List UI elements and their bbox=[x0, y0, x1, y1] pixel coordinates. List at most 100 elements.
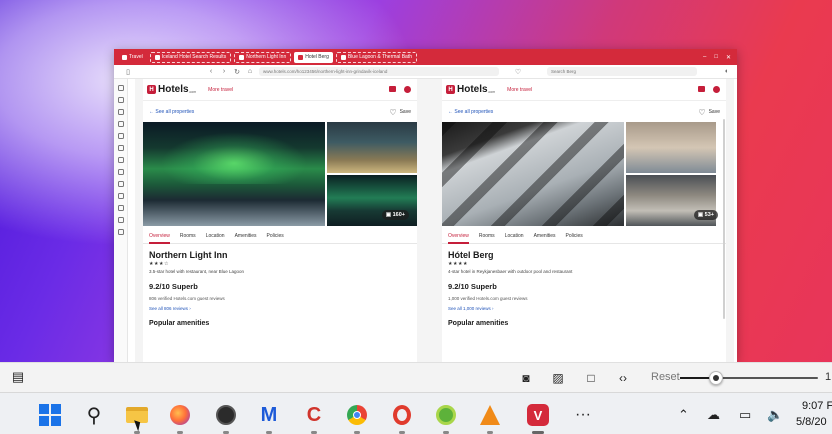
hotels-logo-icon[interactable]: H bbox=[446, 85, 455, 94]
toolbar-edge-label: 1 bbox=[825, 371, 832, 383]
clock-date[interactable]: 5/8/20 bbox=[796, 416, 827, 428]
tab-amenities[interactable]: Amenities bbox=[235, 228, 257, 243]
site-logo-text[interactable]: Hotels bbox=[158, 84, 189, 95]
tab-rooms[interactable]: Rooms bbox=[180, 228, 196, 243]
account-icon[interactable] bbox=[713, 86, 720, 93]
tab-overview[interactable]: Overview bbox=[149, 228, 170, 244]
opera-icon[interactable] bbox=[390, 403, 414, 427]
maximize-button[interactable]: □ bbox=[714, 54, 718, 61]
logo-suffix: .com bbox=[487, 89, 496, 94]
minimize-button[interactable]: – bbox=[703, 54, 706, 61]
zoom-slider-thumb[interactable] bbox=[708, 371, 723, 385]
downloads-icon[interactable] bbox=[117, 97, 124, 103]
search-field[interactable]: Search Berg bbox=[547, 67, 697, 76]
see-all-properties-link[interactable]: See all properties bbox=[454, 109, 493, 115]
tab-label: Travel bbox=[129, 54, 143, 60]
see-all-reviews-link[interactable]: See all 806 reviews › bbox=[149, 306, 411, 311]
more-apps-icon[interactable]: ··· bbox=[571, 403, 595, 427]
tab-location[interactable]: Location bbox=[505, 228, 524, 243]
reset-button[interactable]: Reset bbox=[651, 371, 680, 383]
reading-list-icon[interactable] bbox=[117, 133, 124, 139]
tab-rooms[interactable]: Rooms bbox=[479, 228, 495, 243]
gallery-thumb-photo[interactable] bbox=[327, 122, 417, 173]
save-button[interactable]: ♡ Save bbox=[389, 108, 411, 117]
green-app-icon[interactable] bbox=[434, 403, 458, 427]
display-icon[interactable]: ▭ bbox=[739, 407, 751, 423]
feeds-icon[interactable] bbox=[117, 169, 124, 175]
vivaldi-icon[interactable]: V bbox=[526, 403, 550, 427]
volume-muted-icon[interactable]: 🔈 bbox=[767, 407, 783, 423]
site-logo-text[interactable]: Hotels bbox=[457, 84, 488, 95]
camera-icon[interactable]: ◙ bbox=[518, 371, 534, 385]
bookmarks-icon[interactable] bbox=[117, 85, 124, 91]
reload-icon[interactable]: ↻ bbox=[233, 68, 241, 76]
translate-icon[interactable] bbox=[117, 205, 124, 211]
settings-icon[interactable] bbox=[117, 229, 124, 235]
tile-hotel-berg: H Hotels .com More travel ← See all prop… bbox=[434, 79, 734, 362]
trips-icon[interactable] bbox=[389, 86, 396, 92]
trips-icon[interactable] bbox=[698, 86, 705, 92]
clock-time[interactable]: 9:07 F bbox=[802, 400, 832, 412]
gallery-main-photo[interactable] bbox=[442, 122, 624, 226]
taskbar: ⚲ M C V ··· ⌃ ☁ ▭ 🔈 9:07 F 5/8/20 bbox=[0, 392, 832, 434]
tab-blue-lagoon[interactable]: Blue Lagoon & Thermal Bath bbox=[335, 51, 417, 63]
tab-amenities[interactable]: Amenities bbox=[534, 228, 556, 243]
back-icon[interactable]: ‹ bbox=[207, 68, 215, 75]
close-button[interactable]: ✕ bbox=[726, 54, 731, 61]
hotel-name: Northern Light Inn bbox=[149, 250, 228, 260]
tab-location[interactable]: Location bbox=[206, 228, 225, 243]
tasks-icon[interactable] bbox=[117, 181, 124, 187]
frame-icon[interactable]: □ bbox=[583, 371, 599, 385]
see-all-properties-link[interactable]: See all properties bbox=[155, 109, 194, 115]
more-travel-menu[interactable]: More travel bbox=[507, 87, 532, 93]
zoom-slider[interactable] bbox=[680, 371, 818, 385]
extension-icon[interactable]: ◐ bbox=[723, 68, 731, 75]
show-hidden-icons-icon[interactable]: ⌃ bbox=[678, 407, 689, 423]
tab-policies[interactable]: Policies bbox=[267, 228, 284, 243]
web-panel-icon[interactable] bbox=[117, 217, 124, 223]
guest-rating: 9.2/10 Superb bbox=[448, 282, 497, 291]
obs-icon[interactable] bbox=[214, 403, 238, 427]
contacts-icon[interactable] bbox=[117, 193, 124, 199]
scrollbar[interactable] bbox=[723, 119, 725, 319]
calendar-icon[interactable] bbox=[117, 157, 124, 163]
gallery-thumb-photo[interactable] bbox=[626, 122, 716, 173]
firefox-icon[interactable] bbox=[168, 403, 192, 427]
tab-northern-light-inn[interactable]: Northern Light Inn bbox=[234, 51, 292, 63]
tile-divider[interactable] bbox=[425, 79, 434, 362]
home-icon[interactable]: ⌂ bbox=[246, 68, 254, 75]
chrome-icon[interactable] bbox=[345, 403, 369, 427]
tab-hotel-berg[interactable]: Hotel Berg bbox=[294, 51, 333, 63]
code-icon[interactable]: ‹› bbox=[615, 371, 631, 385]
tab-policies[interactable]: Policies bbox=[566, 228, 583, 243]
history-icon[interactable] bbox=[117, 109, 124, 115]
start-button[interactable] bbox=[38, 403, 62, 427]
save-label: Save bbox=[708, 109, 720, 115]
forward-icon[interactable]: › bbox=[220, 68, 228, 75]
tab-favicon-icon bbox=[239, 54, 245, 60]
image-icon[interactable]: ▨ bbox=[550, 371, 566, 385]
search-icon[interactable]: ⚲ bbox=[82, 403, 106, 427]
sidebar-toggle-icon[interactable]: ▯ bbox=[124, 68, 132, 76]
photo-count-badge[interactable]: ▣ 160+ bbox=[381, 210, 409, 220]
tab-search-results[interactable]: Iceland Hotel Search Results bbox=[149, 51, 232, 63]
url-field[interactable]: www.hotels.com/ho123456/northern-light-i… bbox=[259, 67, 499, 76]
vlc-icon[interactable] bbox=[478, 403, 502, 427]
calendar-icon[interactable]: ▤ bbox=[10, 369, 26, 384]
notes-icon[interactable] bbox=[117, 121, 124, 127]
mail-icon[interactable] bbox=[117, 145, 124, 151]
photo-count-badge[interactable]: ▣ 53+ bbox=[693, 210, 718, 220]
popular-amenities-heading: Popular amenities bbox=[149, 320, 210, 327]
gallery-main-photo[interactable] bbox=[143, 122, 325, 226]
bookmark-icon[interactable]: ♡ bbox=[514, 68, 522, 76]
tab-travel[interactable]: Travel bbox=[118, 52, 147, 63]
tab-overview[interactable]: Overview bbox=[448, 228, 469, 244]
network-icon[interactable]: ☁ bbox=[707, 407, 720, 423]
see-all-reviews-link[interactable]: See all 1,000 reviews › bbox=[448, 306, 720, 311]
malwarebytes-icon[interactable]: M bbox=[257, 403, 281, 427]
account-icon[interactable] bbox=[404, 86, 411, 93]
more-travel-menu[interactable]: More travel bbox=[208, 87, 233, 93]
ccleaner-icon[interactable]: C bbox=[302, 403, 326, 427]
hotels-logo-icon[interactable]: H bbox=[147, 85, 156, 94]
save-button[interactable]: ♡ Save bbox=[698, 108, 720, 117]
